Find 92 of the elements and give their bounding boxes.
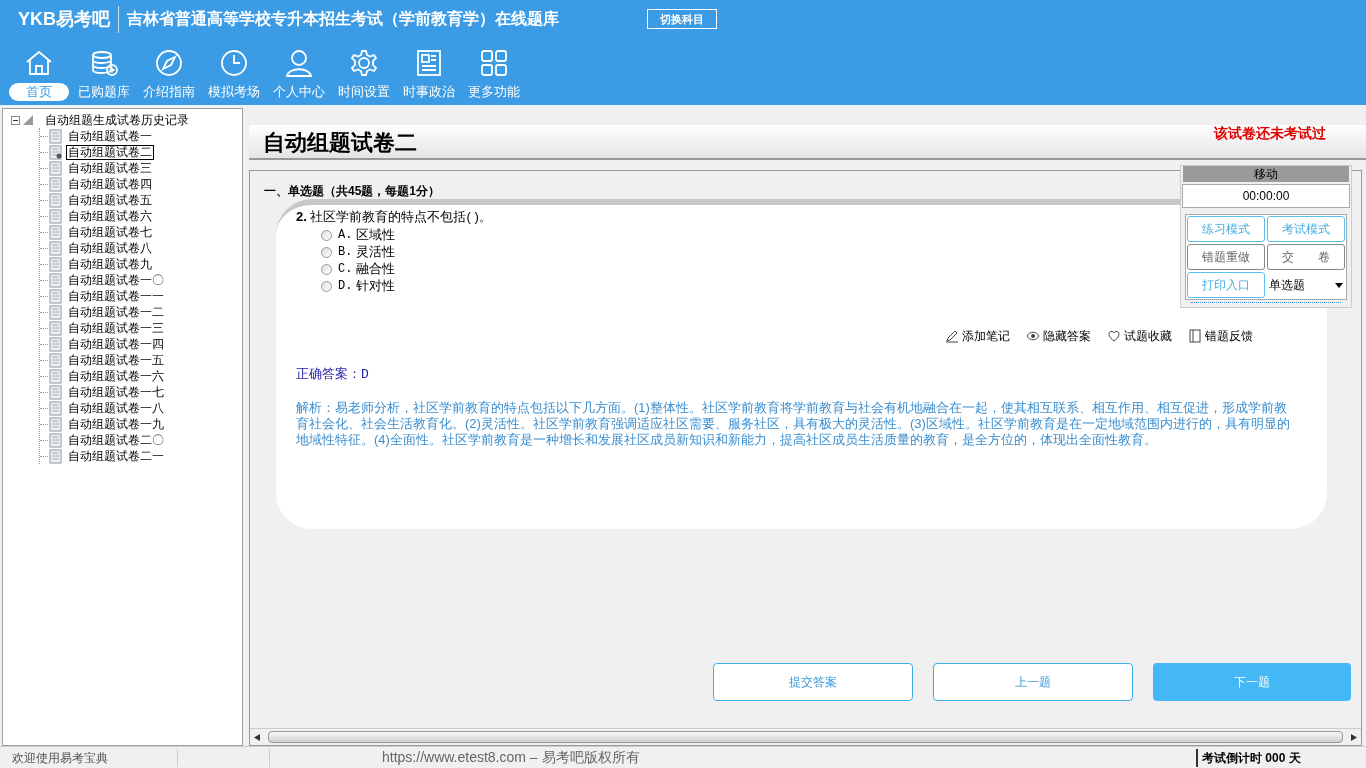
pencil-icon xyxy=(945,328,959,343)
tree-root-label[interactable]: 自动组题生成试卷历史记录 xyxy=(45,111,189,129)
document-icon xyxy=(49,320,62,336)
tree-item[interactable]: 自动组题试卷四 xyxy=(66,177,154,191)
document-icon xyxy=(49,288,62,304)
option-letter: A. xyxy=(338,227,353,244)
document-icon xyxy=(49,400,62,416)
document-icon xyxy=(49,336,62,352)
tree-item[interactable]: 自动组题试卷一七 xyxy=(66,385,166,399)
home-icon[interactable] xyxy=(24,48,54,78)
document-icon xyxy=(49,176,62,192)
tree-item[interactable]: 自动组题试卷二一 xyxy=(66,449,166,463)
action-link[interactable]: 试题收藏 xyxy=(1107,326,1172,345)
action-link[interactable]: 隐藏答案 xyxy=(1026,326,1091,345)
clock-icon[interactable] xyxy=(219,48,249,78)
settings-icon[interactable] xyxy=(349,48,379,78)
newspaper-icon[interactable] xyxy=(414,48,444,78)
document-icon xyxy=(49,224,62,240)
radio-button[interactable] xyxy=(321,280,332,292)
tree-item[interactable]: 自动组题试卷九 xyxy=(66,257,154,271)
tree-item[interactable]: 自动组题试卷一八 xyxy=(66,401,166,415)
document-pin-icon xyxy=(49,144,62,160)
document-icon xyxy=(49,192,62,208)
correct-answer: 正确答案：D xyxy=(296,365,370,384)
tree-item[interactable]: 自动组题试卷二〇 xyxy=(66,433,166,447)
tree-item[interactable]: 自动组题试卷五 xyxy=(66,193,154,207)
radio-button[interactable] xyxy=(321,246,332,258)
question-number: 2. xyxy=(296,209,307,224)
document-icon xyxy=(49,128,62,144)
panel-button[interactable]: 错题重做 xyxy=(1187,244,1265,270)
tree-item[interactable]: 自动组题试卷一五 xyxy=(66,353,166,367)
heart-icon xyxy=(1107,328,1121,343)
copyright-text: https://www.etest8.com – 易考吧版权所有 xyxy=(382,748,640,767)
action-link[interactable]: 添加笔记 xyxy=(945,326,1010,345)
tree-item[interactable]: 自动组题试卷三 xyxy=(66,161,154,175)
tree-item[interactable]: 自动组题试卷一 xyxy=(66,129,154,143)
document-icon xyxy=(49,208,62,224)
scroll-left-icon[interactable] xyxy=(254,733,260,741)
document-icon xyxy=(49,304,62,320)
option-letter: C. xyxy=(338,261,353,278)
tree-item[interactable]: 自动组题试卷一二 xyxy=(66,305,166,319)
grid-icon[interactable] xyxy=(479,48,509,78)
exam-countdown: 考试倒计时 000 天 xyxy=(1196,748,1346,767)
paper-title: 自动组题试卷二 xyxy=(263,129,417,157)
compass-icon[interactable] xyxy=(154,48,184,78)
tree-item[interactable]: 自动组题试卷一〇 xyxy=(66,273,166,287)
triangle-icon xyxy=(23,115,33,125)
question-text: 社区学前教育的特点不包括( )。 xyxy=(310,209,492,224)
collapse-icon[interactable] xyxy=(11,115,20,125)
timer-display: 00:00:00 xyxy=(1182,184,1350,208)
option-letter: D. xyxy=(338,278,353,295)
document-icon xyxy=(49,160,62,176)
welcome-text: 欢迎使用易考宝典 xyxy=(0,748,178,767)
tree-item[interactable]: 自动组题试卷一一 xyxy=(66,289,166,303)
document-icon xyxy=(49,256,62,272)
app-title: 吉林省普通高等学校专升本招生考试（学前教育学）在线题库 xyxy=(126,9,559,29)
section-heading: 一、单选题（共45题，每题1分） xyxy=(264,184,441,198)
database-icon[interactable] xyxy=(89,48,119,78)
tree-item[interactable]: 自动组题试卷六 xyxy=(66,209,154,223)
option-text[interactable]: 灵活性 xyxy=(356,242,396,262)
caret-icon xyxy=(1335,282,1343,288)
option-text[interactable]: 针对性 xyxy=(356,276,396,296)
option-text[interactable]: 区域性 xyxy=(356,225,396,245)
document-icon xyxy=(49,272,62,288)
tree-item[interactable]: 自动组题试卷二 xyxy=(66,144,154,160)
document-icon xyxy=(49,448,62,464)
action-link[interactable]: 错题反馈 xyxy=(1188,326,1253,345)
option-letter: B. xyxy=(338,244,353,261)
document-icon xyxy=(49,352,62,368)
book-icon xyxy=(1188,328,1202,343)
tree-item[interactable]: 自动组题试卷一四 xyxy=(66,337,166,351)
tree-item[interactable]: 自动组题试卷一三 xyxy=(66,321,166,335)
panel-button[interactable]: 交 卷 xyxy=(1267,244,1345,270)
document-icon xyxy=(49,432,62,448)
option-text[interactable]: 融合性 xyxy=(356,259,396,279)
tree-item[interactable]: 自动组题试卷八 xyxy=(66,241,154,255)
user-icon[interactable] xyxy=(284,48,314,78)
app-logo: YKB易考吧 xyxy=(18,5,119,33)
analysis-text: 解析：易老师分析，社区学前教育的特点包括以下几方面。(1)整体性。社区学前教育将学前教育与社会有机地融合在一起，使其相互联系、相互作用、相互促进，形成学前教育社会化、社会生活教育化。(2)灵活性。社区学前教育强调适应社区需要、服务社区，具有极大的灵活性。(3)区域性。社区学前教育是在一定地域范围内进行的，具有明显的地域性特征。(4)全面性。社区学前教育是一种增长和发展社区成员新知识和新能力，提高社区成员生活质量的教育，是全方位的，体现出全面性教育。 xyxy=(296,400,1291,448)
document-icon xyxy=(49,240,62,256)
horizontal-scrollbar-thumb[interactable] xyxy=(268,731,1343,743)
document-icon xyxy=(49,416,62,432)
exam-status: 该试卷还未考试过 xyxy=(1214,124,1326,143)
scroll-right-icon[interactable] xyxy=(1351,733,1357,741)
radio-button[interactable] xyxy=(321,229,332,241)
radio-button[interactable] xyxy=(321,263,332,275)
document-icon xyxy=(49,384,62,400)
tree-item[interactable]: 自动组题试卷一六 xyxy=(66,369,166,383)
tree-item[interactable]: 自动组题试卷七 xyxy=(66,225,154,239)
document-icon xyxy=(49,368,62,384)
move-handle[interactable]: 移动 xyxy=(1183,166,1349,182)
tree-item[interactable]: 自动组题试卷一九 xyxy=(66,417,166,431)
